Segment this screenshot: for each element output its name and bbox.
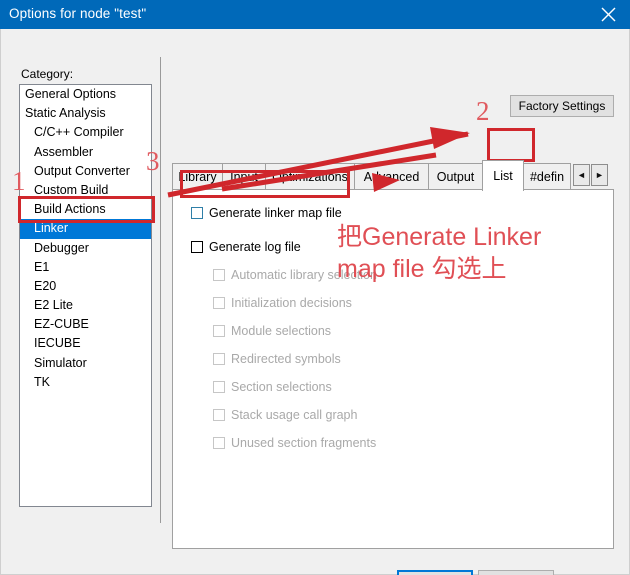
title-bar: Options for node "test": [0, 0, 630, 29]
category-item-e2-lite[interactable]: E2 Lite: [20, 296, 151, 315]
category-list[interactable]: General Options Static Analysis C/C++ Comp…: [19, 84, 152, 507]
dialog-body: Category: General Options Static Analysis…: [0, 29, 630, 575]
checkbox-label: Section selections: [231, 380, 332, 394]
checkbox-label: Unused section fragments: [231, 436, 377, 450]
checkbox-box-icon: [191, 207, 203, 219]
checkbox-box-icon: [213, 353, 225, 365]
category-item-linker[interactable]: Linker: [20, 219, 151, 239]
checkbox-box-icon: [213, 325, 225, 337]
checkbox-box-icon: [191, 241, 203, 253]
checkbox-section-selections: Section selections: [213, 380, 332, 394]
tab-optimizations[interactable]: Optimizations: [265, 163, 355, 190]
checkbox-box-icon: [213, 297, 225, 309]
checkbox-label: Generate log file: [209, 240, 301, 254]
checkbox-generate-linker-map-file[interactable]: Generate linker map file: [191, 206, 342, 220]
checkbox-module-selections: Module selections: [213, 324, 331, 338]
tab-library[interactable]: Library: [172, 163, 223, 190]
factory-settings-button[interactable]: Factory Settings: [510, 95, 614, 117]
category-label: Category:: [21, 67, 74, 81]
category-item-c-c-compiler[interactable]: C/C++ Compiler: [20, 123, 151, 142]
checkbox-automatic-library-selection: Automatic library selection: [213, 268, 377, 282]
category-item-ez-cube[interactable]: EZ-CUBE: [20, 315, 151, 334]
category-item-assembler[interactable]: Assembler: [20, 143, 151, 162]
tab-strip[interactable]: Library Input Optimizations Advanced Output L…: [172, 160, 614, 191]
checkbox-initialization-decisions: Initialization decisions: [213, 296, 352, 310]
checkbox-label: Redirected symbols: [231, 352, 341, 366]
ok-button[interactable]: OK: [397, 570, 473, 575]
category-item-iecube[interactable]: IECUBE: [20, 334, 151, 353]
checkbox-label: Initialization decisions: [231, 296, 352, 310]
checkbox-label: Module selections: [231, 324, 332, 338]
tab-scroll-left-icon[interactable]: ◄: [573, 164, 590, 186]
checkbox-label: Stack usage call graph: [231, 408, 358, 422]
checkbox-stack-usage-call-graph: Stack usage call graph: [213, 408, 357, 422]
checkbox-box-icon: [213, 437, 225, 449]
category-item-simulator[interactable]: Simulator: [20, 354, 151, 373]
close-button[interactable]: [586, 0, 630, 29]
pane-divider: [160, 57, 161, 523]
tab-output[interactable]: Output: [428, 163, 483, 190]
tab-panel-list: Generate linker map file Generate log fil…: [172, 189, 614, 549]
checkbox-generate-log-file[interactable]: Generate log file: [191, 240, 301, 254]
checkbox-box-icon: [213, 381, 225, 393]
cancel-button[interactable]: Cancel: [478, 570, 554, 575]
checkbox-unused-section-fragments: Unused section fragments: [213, 436, 376, 450]
tab-defin[interactable]: #defin: [523, 163, 571, 190]
window-title: Options for node "test": [9, 6, 147, 21]
tab-list[interactable]: List: [482, 160, 524, 191]
checkbox-redirected-symbols: Redirected symbols: [213, 352, 341, 366]
category-item-static-analysis[interactable]: Static Analysis: [20, 104, 151, 123]
category-item-build-actions[interactable]: Build Actions: [20, 200, 151, 219]
checkbox-label: Automatic library selection: [231, 268, 377, 282]
category-item-e20[interactable]: E20: [20, 277, 151, 296]
category-item-debugger[interactable]: Debugger: [20, 239, 151, 258]
checkbox-box-icon: [213, 409, 225, 421]
tab-advanced[interactable]: Advanced: [354, 163, 429, 190]
dialog-window: Options for node "test" Category: Genera…: [0, 0, 630, 575]
category-item-output-converter[interactable]: Output Converter: [20, 162, 151, 181]
tab-input[interactable]: Input: [222, 163, 266, 190]
category-item-e1[interactable]: E1: [20, 258, 151, 277]
category-item-general-options[interactable]: General Options: [20, 85, 151, 104]
checkbox-label: Generate linker map file: [209, 206, 342, 220]
checkbox-box-icon: [213, 269, 225, 281]
tab-scroll-right-icon[interactable]: ►: [591, 164, 608, 186]
category-item-custom-build[interactable]: Custom Build: [20, 181, 151, 200]
close-icon: [600, 6, 617, 23]
category-item-tk[interactable]: TK: [20, 373, 151, 392]
